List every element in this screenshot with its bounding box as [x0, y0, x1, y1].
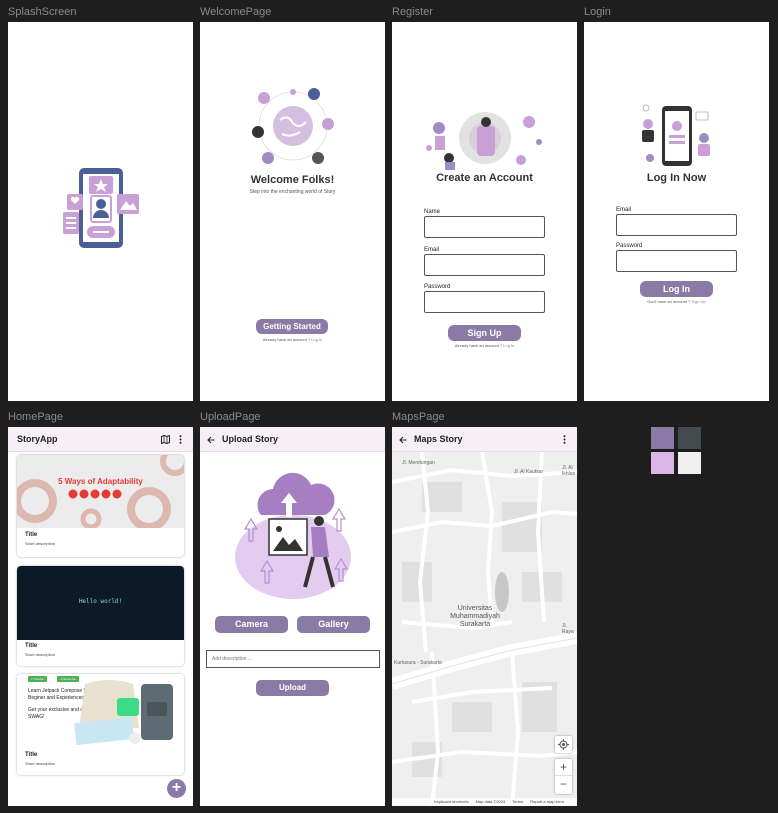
signup-link[interactable]: Sign Up [691, 299, 705, 304]
frame-label-register: Register [392, 6, 433, 18]
story-tag: 7 October [28, 676, 48, 682]
upload-title: Upload Story [222, 434, 279, 444]
my-location-button[interactable] [555, 736, 572, 753]
story-image: Hello world! [17, 566, 184, 640]
welcome-title: Welcome Folks! [250, 174, 335, 186]
home-app-bar: StoryApp [8, 427, 193, 452]
story-banner-text: 5 Ways of Adaptability [58, 477, 143, 486]
register-frame: Create an Account Name Email Password Si… [392, 22, 577, 401]
map-icon[interactable] [161, 435, 170, 444]
password-label: Password [424, 284, 451, 290]
frame-label-splash: SplashScreen [8, 6, 77, 18]
story-code-text: Hello world! [78, 598, 123, 605]
story-card[interactable]: 7 October 4 November Learn Jetpack Compo… [17, 674, 184, 775]
email-input[interactable] [424, 254, 545, 276]
story-title: Title [25, 532, 38, 538]
login-password-input[interactable] [616, 250, 737, 272]
zoom-controls: + − [555, 759, 572, 794]
sign-up-button[interactable]: Sign Up [448, 325, 521, 341]
upload-frame: Upload Story Camera Gallery Upload [200, 427, 385, 806]
splash-logo-icon [63, 168, 139, 248]
back-arrow-icon[interactable] [399, 436, 407, 444]
login-title: Log In Now [646, 172, 707, 184]
name-label: Name [424, 209, 441, 215]
story-title: Title [25, 752, 38, 758]
palette-swatch [651, 427, 674, 449]
upload-illustration-icon [235, 472, 351, 599]
back-arrow-icon[interactable] [207, 436, 215, 444]
palette-swatch [678, 427, 701, 449]
maps-frame: Maps Story Jl. Mendungan Jl. Al Kautsar … [392, 427, 577, 806]
palette-swatch [678, 452, 701, 474]
map-data-text: Map data ©2023 [475, 799, 506, 804]
story-card[interactable]: Hello world! Title Short description [17, 566, 184, 666]
map-label: Jl. Raya [562, 623, 574, 635]
description-input[interactable] [206, 650, 380, 668]
frame-label-login: Login [584, 6, 611, 18]
map-label: Jl. Al Ikhlas [562, 465, 576, 477]
add-story-fab[interactable]: + [167, 779, 186, 798]
welcome-subtitle: Step into the enchanting world of Story [249, 189, 336, 195]
zoom-out-button[interactable]: − [555, 776, 572, 793]
maps-app-bar: Maps Story [392, 427, 577, 452]
splash-frame [8, 22, 193, 401]
frame-label-maps: MapsPage [392, 411, 445, 423]
story-image: 5 Ways of Adaptability [17, 455, 184, 528]
password-input[interactable] [424, 291, 545, 313]
gallery-button[interactable]: Gallery [297, 616, 370, 633]
register-illustration-icon [426, 112, 542, 170]
login-frame: Log In Now Email Password Log In Don't h… [584, 22, 769, 401]
frame-label-upload: UploadPage [200, 411, 261, 423]
getting-started-button[interactable]: Getting Started [256, 319, 328, 334]
upload-button[interactable]: Upload [256, 680, 329, 696]
welcome-illustration-icon [252, 88, 334, 164]
maps-title: Maps Story [414, 434, 463, 444]
my-location-icon [558, 739, 569, 750]
zoom-in-button[interactable]: + [555, 759, 572, 776]
login-password-label: Password [616, 243, 643, 249]
story-image: 7 October 4 November Learn Jetpack Compo… [17, 674, 184, 750]
more-options-icon[interactable] [563, 435, 566, 444]
email-label: Email [424, 247, 440, 253]
login-button[interactable]: Log In [640, 281, 713, 297]
welcome-footer: Already have an account ? Log in [262, 337, 323, 342]
login-footer: Don't have an account ? Sign Up [647, 299, 706, 304]
map-label: Kartasura - Surakarta [394, 660, 442, 666]
frame-label-welcome: WelcomePage [200, 6, 272, 18]
story-title: Title [25, 643, 38, 649]
camera-button[interactable]: Camera [215, 616, 288, 633]
frame-label-home: HomePage [8, 411, 64, 423]
login-email-input[interactable] [616, 214, 737, 236]
story-card[interactable]: 5 Ways of Adaptability Title Short descr… [17, 455, 184, 557]
keyboard-shortcuts-link[interactable]: Keyboard shortcuts [434, 799, 468, 804]
map-label: Jl. Mendungan [402, 460, 435, 466]
story-description: Short description [25, 761, 56, 766]
map-campus-label: Universitas Muhammadiyah Surakarta [450, 605, 500, 628]
terms-link[interactable]: Terms [512, 799, 523, 804]
register-title: Create an Account [436, 172, 533, 184]
swag-image-icon [74, 680, 173, 746]
home-frame: StoryApp 5 Ways of Adaptability Title Sh… [8, 427, 193, 806]
name-input[interactable] [424, 216, 545, 238]
register-footer: Already have an account ? Log in [454, 343, 515, 348]
welcome-frame: Welcome Folks! Step into the enchanting … [200, 22, 385, 401]
upload-app-bar: Upload Story [200, 427, 385, 452]
report-error-link[interactable]: Report a map error [530, 799, 564, 804]
welcome-login-link[interactable]: Log in [311, 337, 322, 342]
login-illustration-icon [642, 104, 710, 166]
map-attribution: Keyboard shortcuts Map data ©2023 Terms … [392, 798, 577, 806]
more-options-icon[interactable] [179, 435, 182, 444]
map-label: Jl. Al Kautsar [514, 469, 544, 475]
story-description: Short description [25, 652, 56, 657]
story-banner-decor [17, 455, 184, 528]
map-canvas[interactable] [392, 452, 577, 806]
story-description: Short description [25, 541, 56, 546]
register-login-link[interactable]: Log in [503, 343, 514, 348]
home-app-title: StoryApp [17, 434, 58, 444]
login-email-label: Email [616, 207, 632, 213]
palette-swatch [651, 452, 674, 474]
